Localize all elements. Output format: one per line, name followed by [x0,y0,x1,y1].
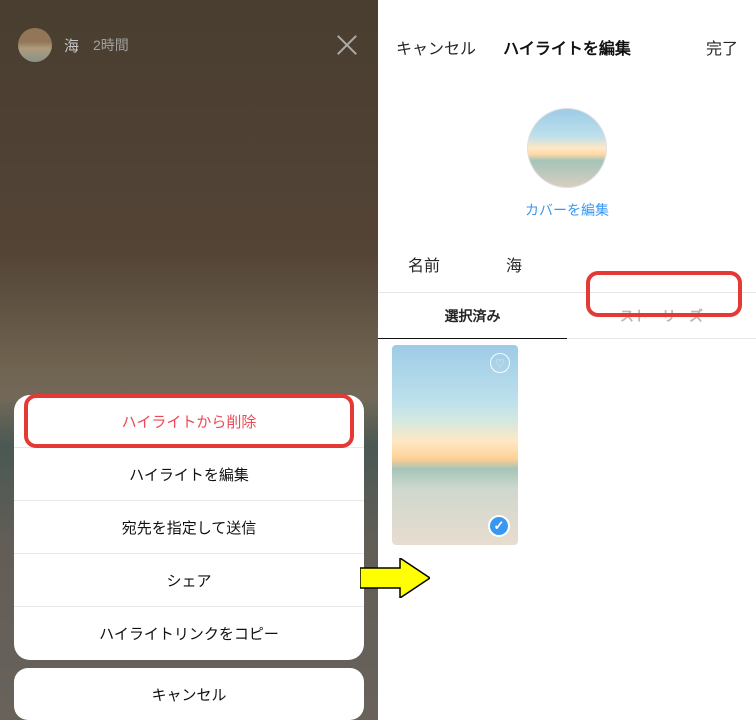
edit-cover-link[interactable]: カバーを編集 [525,200,609,220]
story-time: 2時間 [93,35,129,55]
cover-image[interactable] [527,108,607,188]
thumbnail-grid: ♡ ✓ [378,339,756,545]
name-row: 名前 海 [378,240,756,293]
story-view: 海 2時間 ハイライトから削除 ハイライトを編集 宛先を指定して送信 シェア ハ… [0,0,378,720]
nav-done-button[interactable]: 完了 [648,35,738,59]
tabs: 選択済み ストーリーズ [378,293,756,339]
cancel-button[interactable]: キャンセル [14,668,364,720]
edit-highlight-screen: キャンセル ハイライトを編集 完了 カバーを編集 名前 海 選択済み ストーリー… [378,0,756,720]
check-icon[interactable]: ✓ [488,515,510,537]
copy-link-button[interactable]: ハイライトリンクをコピー [14,607,364,660]
name-label: 名前 [408,252,488,276]
edit-highlight-button[interactable]: ハイライトを編集 [14,448,364,501]
tab-selected[interactable]: 選択済み [378,293,567,339]
action-sheet: ハイライトから削除 ハイライトを編集 宛先を指定して送信 シェア ハイライトリン… [14,395,364,660]
cover-section: カバーを編集 [378,76,756,240]
close-icon[interactable] [334,32,360,58]
story-header: 海 2時間 [0,0,378,80]
name-input[interactable]: 海 [506,252,522,276]
tab-stories[interactable]: ストーリーズ [567,293,756,339]
send-to-button[interactable]: 宛先を指定して送信 [14,501,364,554]
remove-from-highlight-button[interactable]: ハイライトから削除 [14,395,364,448]
story-title: 海 [64,35,79,56]
share-button[interactable]: シェア [14,554,364,607]
story-thumbnail[interactable]: ♡ ✓ [392,345,518,545]
nav-bar: キャンセル ハイライトを編集 完了 [378,0,756,76]
nav-title: ハイライトを編集 [486,35,648,59]
heart-icon: ♡ [490,353,510,373]
nav-cancel-button[interactable]: キャンセル [396,35,486,59]
arrow-icon [360,558,430,598]
avatar[interactable] [18,28,52,62]
